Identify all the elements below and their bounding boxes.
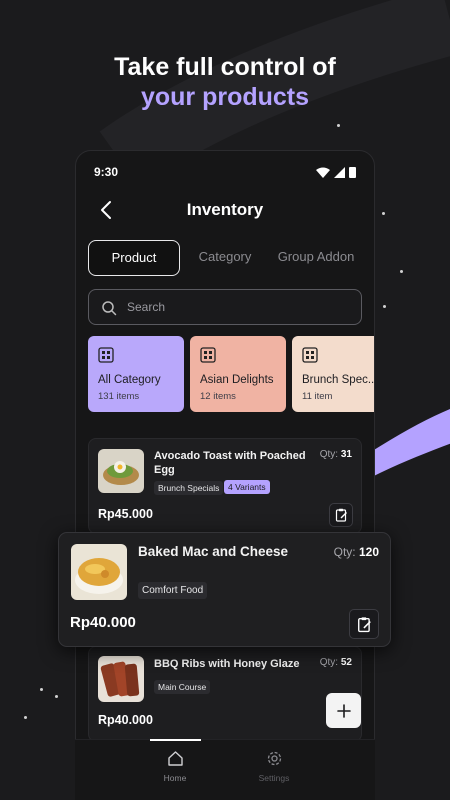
tab-group-addon[interactable]: Group Addon (272, 240, 360, 276)
sparkle (40, 688, 43, 691)
clipboard-edit-icon (335, 508, 347, 522)
category-tag: Main Course (154, 680, 211, 694)
edit-button[interactable] (329, 503, 353, 527)
category-card-brunch[interactable]: Brunch Spec... 11 item (292, 336, 375, 412)
category-list: All Category 131 items Asian Delights 12… (88, 336, 375, 414)
wifi-icon (316, 167, 330, 178)
gear-icon (267, 751, 281, 766)
tab-bar: Product Category Group Addon (88, 240, 374, 276)
header: Inventory (76, 195, 374, 225)
grid-icon (200, 347, 216, 363)
nav-item-home[interactable]: Home (145, 750, 205, 783)
tab-category[interactable]: Category (188, 240, 262, 276)
plus-icon (336, 703, 351, 718)
category-tag: Brunch Specials (154, 481, 224, 495)
product-qty: Qty: 52 (320, 657, 352, 668)
promo-headline: Take full control of your products (0, 52, 450, 112)
product-price: Rp40.000 (70, 614, 136, 631)
edit-button[interactable] (349, 609, 379, 639)
search-icon (102, 301, 117, 316)
product-price: Rp40.000 (98, 713, 153, 727)
category-tag: Comfort Food (138, 582, 208, 599)
bottom-nav: Home Settings (75, 739, 375, 800)
sparkle (382, 212, 385, 215)
product-qty: Qty: 120 (334, 545, 379, 559)
category-count: 131 items (98, 391, 140, 402)
qty-label: Qty: (333, 545, 356, 559)
page-title: Inventory (186, 200, 264, 219)
category-name: Asian Delights (200, 374, 274, 386)
signal-icon (334, 166, 345, 178)
product-image (98, 449, 144, 493)
nav-label: Home (163, 773, 187, 783)
search-input[interactable]: Search (88, 289, 362, 325)
qty-value: 52 (340, 657, 352, 668)
product-image (98, 656, 144, 702)
variant-badge: 4 Variants (224, 480, 270, 494)
sparkle (400, 270, 403, 273)
qty-value: 120 (358, 545, 379, 559)
battery-icon (349, 167, 356, 178)
category-name: All Category (98, 374, 161, 386)
qty-label: Qty: (319, 657, 339, 668)
product-name: Avocado Toast with Poached Egg (154, 449, 314, 477)
sparkle (337, 124, 340, 127)
add-product-button[interactable] (326, 693, 361, 728)
category-name: Brunch Spec... (302, 374, 375, 386)
nav-label: Settings (258, 773, 290, 783)
product-image (71, 544, 127, 600)
product-price: Rp45.000 (98, 507, 153, 521)
qty-value: 31 (340, 449, 352, 460)
category-count: 12 items (200, 391, 236, 402)
product-name-line-2: Egg (154, 464, 175, 476)
grid-icon (98, 347, 114, 363)
category-count: 11 item (302, 391, 333, 402)
product-card-featured[interactable]: Baked Mac and Cheese Qty: 120 Comfort Fo… (58, 532, 391, 647)
qty-label: Qty: (319, 449, 339, 460)
promo-line-2: your products (140, 83, 310, 111)
product-name: BBQ Ribs with Honey Glaze (154, 658, 300, 670)
status-bar: 9:30 (94, 165, 356, 181)
sparkle (24, 716, 27, 719)
search-placeholder: Search (127, 300, 166, 314)
clipboard-edit-icon (357, 616, 371, 632)
sparkle (55, 695, 58, 698)
product-name: Baked Mac and Cheese (138, 544, 289, 559)
category-card-all[interactable]: All Category 131 items (88, 336, 184, 412)
nav-active-indicator (150, 739, 201, 741)
nav-item-settings[interactable]: Settings (244, 750, 304, 783)
sparkle (383, 305, 386, 308)
promo-line-1: Take full control of (114, 53, 336, 81)
product-card[interactable]: BBQ Ribs with Honey Glaze Qty: 52 Main C… (88, 646, 362, 742)
product-qty: Qty: 31 (320, 449, 352, 460)
home-icon (167, 751, 183, 766)
category-card-asian[interactable]: Asian Delights 12 items (190, 336, 286, 412)
product-card[interactable]: Avocado Toast with Poached Egg Qty: 31 B… (88, 438, 362, 534)
product-name-line-1: Avocado Toast with Poached (154, 450, 306, 462)
tab-product[interactable]: Product (88, 240, 180, 276)
grid-icon (302, 347, 318, 363)
status-time: 9:30 (94, 165, 119, 179)
